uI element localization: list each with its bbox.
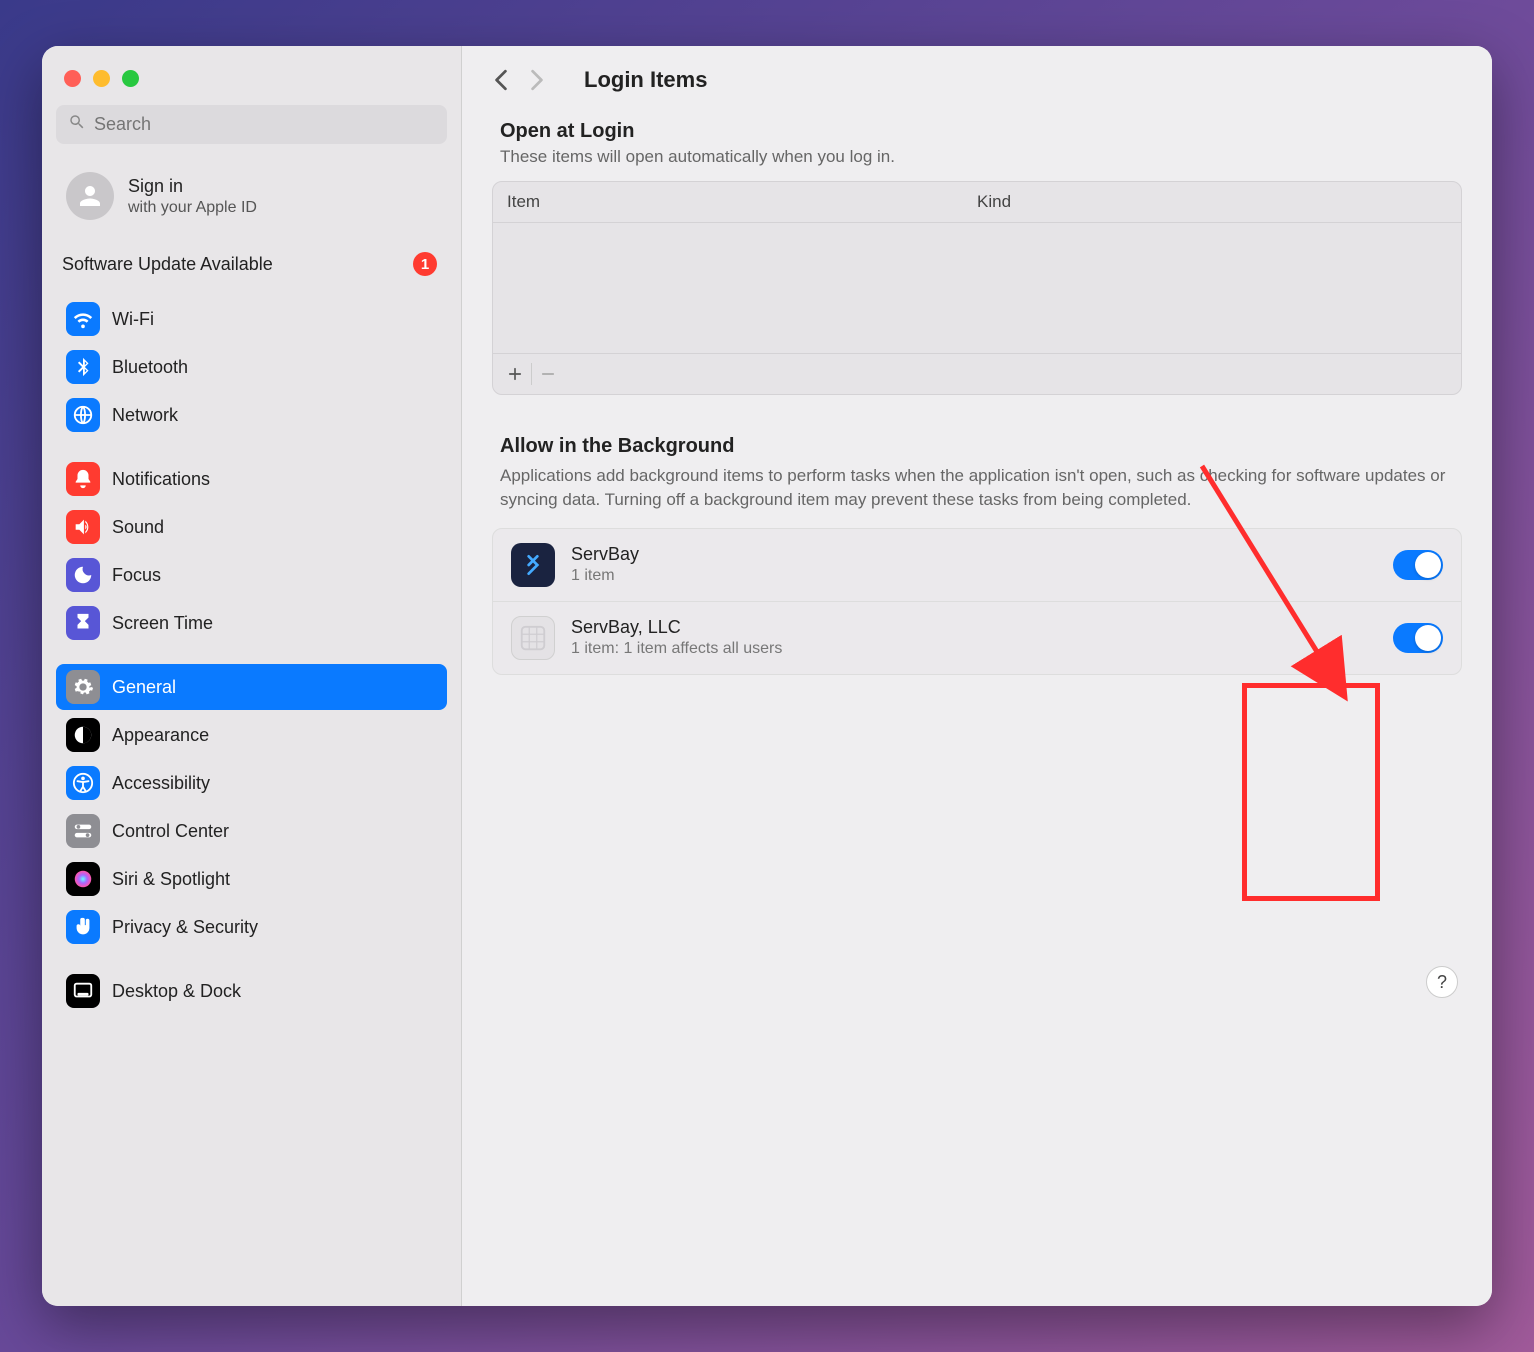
sidebar-item-network[interactable]: Network [56, 392, 447, 438]
sidebar-item-label: Bluetooth [112, 357, 188, 378]
minimize-window-button[interactable] [93, 70, 110, 87]
sidebar-item-label: Sound [112, 517, 164, 538]
sidebar-item-label: Desktop & Dock [112, 981, 241, 1002]
annotation-rectangle [1242, 683, 1380, 901]
background-item-toggle[interactable] [1393, 623, 1443, 653]
dock-icon [66, 974, 100, 1008]
sidebar-item-sound[interactable]: Sound [56, 504, 447, 550]
background-items-list: ServBay 1 item ServBay, LLC 1 item: 1 item … [492, 528, 1462, 675]
back-button[interactable] [492, 66, 510, 94]
background-item-detail: 1 item [571, 567, 1377, 585]
sidebar-item-desktop-dock[interactable]: Desktop & Dock [56, 968, 447, 1014]
login-items-table: Item Kind [492, 181, 1462, 395]
gear-icon [66, 670, 100, 704]
content-header: Login Items [492, 66, 1462, 120]
sidebar-item-label: Screen Time [112, 613, 213, 634]
sidebar-item-label: Control Center [112, 821, 229, 842]
search-icon [68, 113, 86, 136]
background-item-detail: 1 item: 1 item affects all users [571, 640, 1377, 658]
bell-icon [66, 462, 100, 496]
sidebar-item-privacy-security[interactable]: Privacy & Security [56, 904, 447, 950]
sidebar-item-focus[interactable]: Focus [56, 552, 447, 598]
zoom-window-button[interactable] [122, 70, 139, 87]
column-kind: Kind [977, 192, 1447, 212]
avatar [66, 172, 114, 220]
column-item: Item [507, 192, 977, 212]
background-item-name: ServBay [571, 544, 1377, 565]
update-label: Software Update Available [62, 254, 403, 275]
background-item-toggle[interactable] [1393, 550, 1443, 580]
switches-icon [66, 814, 100, 848]
sidebar-item-general[interactable]: General [56, 664, 447, 710]
accessibility-icon [66, 766, 100, 800]
signin-title: Sign in [128, 176, 257, 197]
sidebar-item-label: Appearance [112, 725, 209, 746]
sidebar-item-siri-spotlight[interactable]: Siri & Spotlight [56, 856, 447, 902]
sidebar: Sign in with your Apple ID Software Upda… [42, 46, 462, 1306]
sidebar-item-accessibility[interactable]: Accessibility [56, 760, 447, 806]
login-items-footer [493, 353, 1461, 394]
close-window-button[interactable] [64, 70, 81, 87]
sidebar-item-label: Focus [112, 565, 161, 586]
sidebar-item-appearance[interactable]: Appearance [56, 712, 447, 758]
page-title: Login Items [584, 67, 707, 93]
sidebar-item-label: Network [112, 405, 178, 426]
signin-text: Sign in with your Apple ID [128, 176, 257, 217]
moon-icon [66, 558, 100, 592]
sound-icon [66, 510, 100, 544]
wifi-icon [66, 302, 100, 336]
network-icon [66, 398, 100, 432]
help-button[interactable]: ? [1426, 966, 1458, 998]
settings-window: Sign in with your Apple ID Software Upda… [42, 46, 1492, 1306]
update-badge: 1 [413, 252, 437, 276]
hourglass-icon [66, 606, 100, 640]
bluetooth-icon [66, 350, 100, 384]
window-controls [56, 68, 447, 105]
sidebar-item-label: Accessibility [112, 773, 210, 794]
sidebar-item-screen-time[interactable]: Screen Time [56, 600, 447, 646]
background-title: Allow in the Background [492, 435, 1462, 458]
forward-button[interactable] [528, 66, 546, 94]
sidebar-item-label: Privacy & Security [112, 917, 258, 938]
sidebar-item-label: General [112, 677, 176, 698]
sidebar-item-wi-fi[interactable]: Wi-Fi [56, 296, 447, 342]
login-items-body [493, 223, 1461, 353]
background-item-name: ServBay, LLC [571, 617, 1377, 638]
content-pane: Login Items Open at Login These items wi… [462, 46, 1492, 1306]
siri-icon [66, 862, 100, 896]
background-subtitle: Applications add background items to per… [492, 458, 1462, 528]
open-at-login-title: Open at Login [492, 120, 1462, 143]
hand-icon [66, 910, 100, 944]
search-input[interactable] [94, 114, 435, 135]
search-box[interactable] [56, 105, 447, 144]
sidebar-item-label: Siri & Spotlight [112, 869, 230, 890]
sidebar-item-label: Wi-Fi [112, 309, 154, 330]
background-item-row: ServBay, LLC 1 item: 1 item affects all u… [493, 602, 1461, 674]
signin-row[interactable]: Sign in with your Apple ID [56, 164, 447, 244]
appearance-icon [66, 718, 100, 752]
remove-login-item-button[interactable] [532, 358, 564, 390]
add-login-item-button[interactable] [499, 358, 531, 390]
sidebar-item-label: Notifications [112, 469, 210, 490]
sidebar-item-notifications[interactable]: Notifications [56, 456, 447, 502]
sidebar-item-bluetooth[interactable]: Bluetooth [56, 344, 447, 390]
open-at-login-subtitle: These items will open automatically when… [492, 143, 1462, 181]
app-icon [511, 616, 555, 660]
sidebar-item-control-center[interactable]: Control Center [56, 808, 447, 854]
software-update-row[interactable]: Software Update Available 1 [56, 244, 447, 296]
background-item-row: ServBay 1 item [493, 529, 1461, 602]
app-icon [511, 543, 555, 587]
signin-subtitle: with your Apple ID [128, 199, 257, 217]
login-items-header: Item Kind [493, 182, 1461, 223]
